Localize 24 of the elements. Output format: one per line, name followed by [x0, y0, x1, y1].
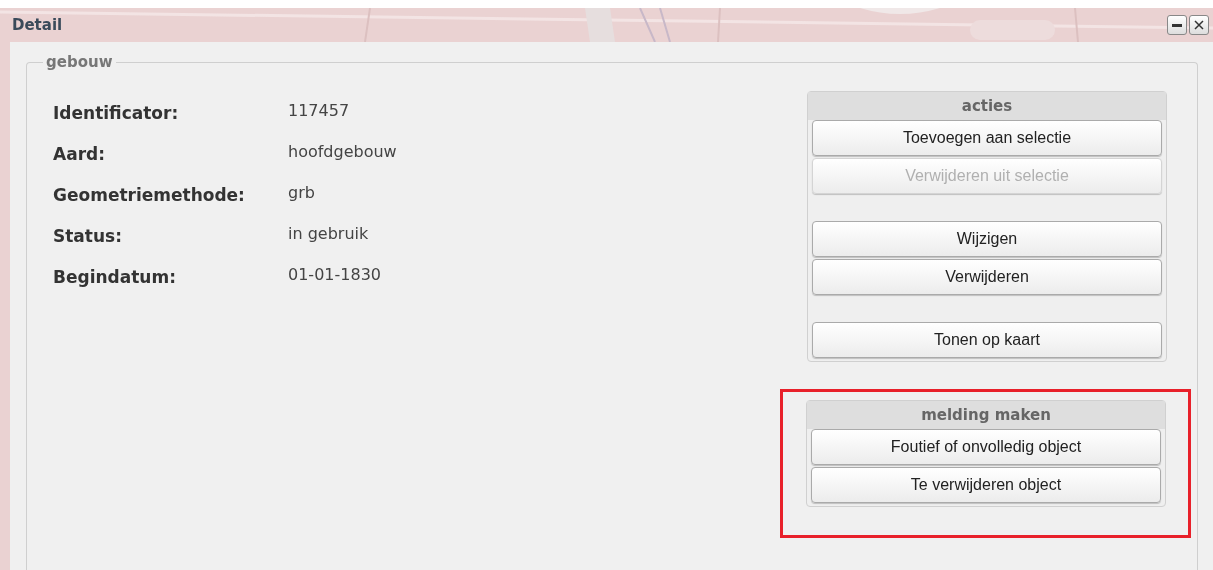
action-button[interactable]: Tonen op kaart: [812, 322, 1162, 358]
property-value: grb: [288, 183, 316, 204]
minimize-icon: [1172, 23, 1182, 27]
action-button[interactable]: Foutief of onvolledig object: [811, 429, 1161, 465]
property-value: hoofdgebouw: [288, 142, 397, 163]
close-button[interactable]: [1189, 15, 1209, 35]
property-label: Begindatum:: [53, 266, 177, 289]
window-title: Detail: [12, 16, 63, 34]
fieldset-legend: gebouw: [43, 53, 116, 71]
property-label: Identificator:: [53, 102, 180, 125]
property-value: 01-01-1830: [288, 265, 382, 286]
panel-title: melding maken: [807, 401, 1165, 429]
property-label: Status:: [53, 225, 123, 248]
property-value: 117457: [288, 101, 351, 122]
property-label: Aard:: [53, 143, 106, 166]
close-icon: [1194, 20, 1204, 30]
panel-title: acties: [808, 92, 1166, 120]
action-button[interactable]: Verwijderen: [812, 259, 1162, 295]
action-button[interactable]: Wijzigen: [812, 221, 1162, 257]
minimize-button[interactable]: [1167, 15, 1187, 35]
property-label: Geometriemethode:: [53, 184, 246, 207]
action-button[interactable]: Toevoegen aan selectie: [812, 120, 1162, 156]
property-value: in gebruik: [288, 224, 370, 245]
action-button[interactable]: Te verwijderen object: [811, 467, 1161, 503]
